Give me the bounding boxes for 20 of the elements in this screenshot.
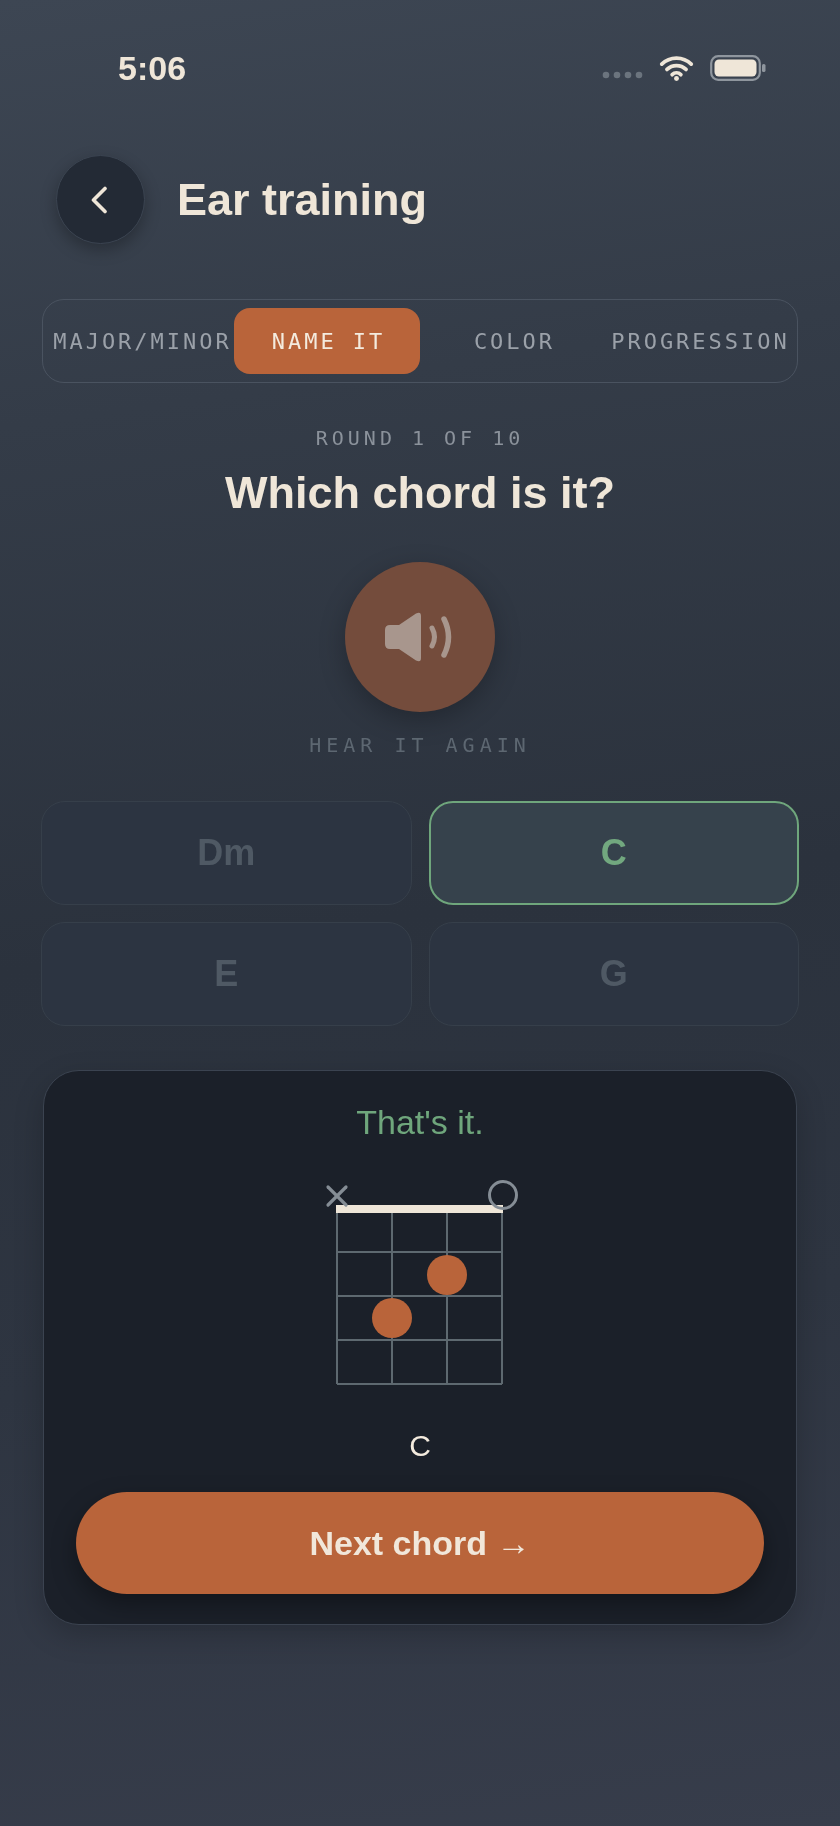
feedback-message: That's it. bbox=[356, 1103, 484, 1141]
battery-icon bbox=[710, 55, 766, 81]
fret-dot-icon bbox=[427, 1255, 467, 1295]
fret-dot-icon bbox=[372, 1298, 412, 1338]
status-time: 5:06 bbox=[118, 48, 187, 88]
mode-tab[interactable]: NAME IT bbox=[234, 308, 420, 374]
open-circle-icon bbox=[488, 1180, 518, 1210]
x-mark-icon bbox=[326, 1185, 348, 1207]
mode-tab[interactable]: COLOR bbox=[420, 308, 606, 374]
next-chord-button[interactable]: Next chord → bbox=[76, 1492, 764, 1594]
question-heading: Which chord is it? bbox=[225, 467, 615, 519]
wifi-icon bbox=[659, 55, 694, 81]
chord-option-button[interactable]: C bbox=[428, 801, 799, 905]
signal-dots-icon bbox=[602, 71, 643, 79]
chord-name: C bbox=[409, 1428, 431, 1464]
chevron-left-icon bbox=[89, 185, 108, 214]
mode-tab[interactable]: MAJOR/MINOR bbox=[48, 308, 234, 374]
screen-title: Ear training bbox=[177, 173, 428, 226]
round-counter: ROUND 1 OF 10 bbox=[315, 426, 525, 450]
mode-tab[interactable]: PROGRESSION bbox=[606, 308, 792, 374]
